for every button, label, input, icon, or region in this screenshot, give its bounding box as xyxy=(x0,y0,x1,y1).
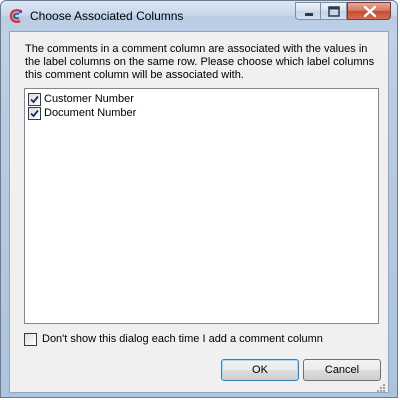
resize-grip-icon[interactable] xyxy=(376,380,386,392)
label-columns-list[interactable]: Customer Number Document Number xyxy=(24,88,379,324)
customer-number-checkbox[interactable] xyxy=(28,93,41,106)
dialog-body: The comments in a comment column are ass… xyxy=(9,31,389,393)
window-title: Choose Associated Columns xyxy=(30,9,184,23)
cancel-button[interactable]: Cancel xyxy=(303,359,381,381)
maximize-button[interactable] xyxy=(321,2,347,20)
checkmark-icon xyxy=(30,109,39,118)
close-button[interactable] xyxy=(347,2,391,20)
dialog-window: Choose Associated Columns The comments i… xyxy=(0,0,398,398)
title-bar[interactable]: Choose Associated Columns xyxy=(1,1,397,31)
customer-number-label: Customer Number xyxy=(44,93,134,105)
document-number-label: Document Number xyxy=(44,107,137,119)
instructions-text: The comments in a comment column are ass… xyxy=(25,43,375,81)
app-logo-icon xyxy=(8,8,24,24)
minimize-button[interactable] xyxy=(295,2,321,20)
document-number-checkbox[interactable] xyxy=(28,107,41,120)
dont-show-again-label: Don't show this dialog each time I add a… xyxy=(42,333,323,345)
ok-button[interactable]: OK xyxy=(221,359,299,381)
checkmark-icon xyxy=(30,95,39,104)
dont-show-again-checkbox[interactable] xyxy=(24,333,37,346)
